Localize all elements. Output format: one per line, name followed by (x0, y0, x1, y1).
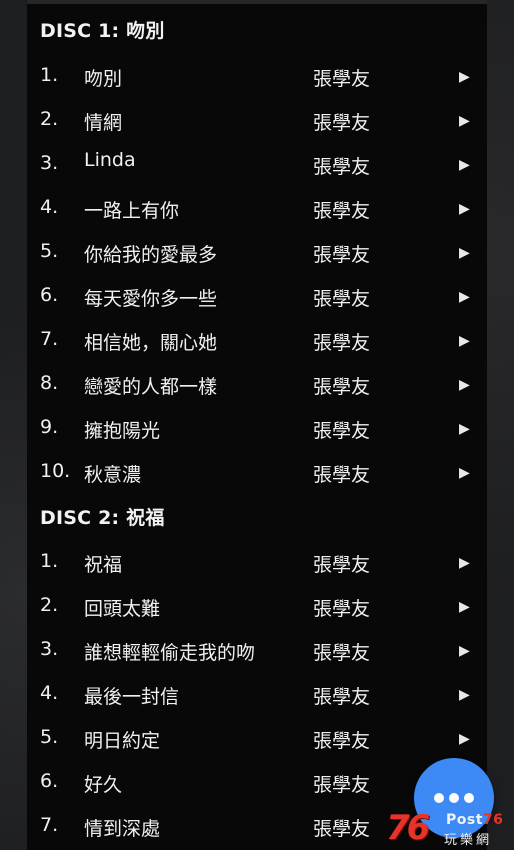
track-number: 7. (40, 814, 59, 836)
track-title: 擁抱陽光 (84, 420, 161, 442)
track-title: 戀愛的人都一樣 (84, 376, 218, 398)
track-artist: 張學友 (313, 376, 371, 398)
track-artist: 張學友 (313, 420, 371, 442)
track-artist: 張學友 (313, 686, 371, 708)
play-icon[interactable]: ▶ (459, 154, 470, 176)
play-icon[interactable]: ▶ (459, 596, 470, 618)
track-artist: 張學友 (313, 554, 371, 576)
track-number: 6. (40, 284, 59, 306)
track-number: 9. (40, 416, 59, 438)
track-row[interactable]: 10. 秋意濃 張學友 ▶ (0, 454, 514, 488)
play-icon[interactable]: ▶ (459, 374, 470, 396)
watermark-subtitle: 玩樂網 (444, 833, 493, 848)
track-row[interactable]: 2. 回頭太難 張學友 ▶ (0, 588, 514, 622)
track-row[interactable]: 9. 擁抱陽光 張學友 ▶ (0, 410, 514, 444)
track-artist: 張學友 (313, 464, 371, 486)
track-number: 7. (40, 328, 59, 350)
track-title: 回頭太難 (84, 598, 161, 620)
disc-2-header: DISC 2: 祝福 (40, 507, 165, 529)
track-artist: 張學友 (313, 332, 371, 354)
track-title: 祝福 (84, 554, 123, 576)
dot (464, 793, 474, 803)
track-number: 8. (40, 372, 59, 394)
track-row[interactable]: 8. 戀愛的人都一樣 張學友 ▶ (0, 366, 514, 400)
track-number: 3. (40, 152, 59, 174)
play-icon[interactable]: ▶ (459, 462, 470, 484)
track-number: 2. (40, 594, 59, 616)
dot (434, 793, 444, 803)
track-title: 情網 (84, 112, 123, 134)
play-icon[interactable]: ▶ (459, 418, 470, 440)
track-number: 6. (40, 770, 59, 792)
track-artist: 張學友 (313, 68, 371, 90)
track-row[interactable]: 6. 每天愛你多一些 張學友 ▶ (0, 278, 514, 312)
track-title: 秋意濃 (84, 464, 142, 486)
track-number: 5. (40, 726, 59, 748)
play-icon[interactable]: ▶ (459, 242, 470, 264)
track-title: 你給我的愛最多 (84, 244, 218, 266)
track-number: 5. (40, 240, 59, 262)
track-artist: 張學友 (313, 200, 371, 222)
track-artist: 張學友 (313, 244, 371, 266)
track-artist: 張學友 (313, 774, 371, 796)
track-artist: 張學友 (313, 112, 371, 134)
dot (449, 793, 459, 803)
track-title: 明日約定 (84, 730, 161, 752)
track-number: 4. (40, 682, 59, 704)
track-number: 3. (40, 638, 59, 660)
track-number: 1. (40, 64, 59, 86)
track-number: 10. (40, 460, 71, 482)
track-row[interactable]: 4. 一路上有你 張學友 ▶ (0, 190, 514, 224)
play-icon[interactable]: ▶ (459, 728, 470, 750)
play-icon[interactable]: ▶ (459, 198, 470, 220)
track-artist: 張學友 (313, 642, 371, 664)
play-icon[interactable]: ▶ (459, 684, 470, 706)
track-row[interactable]: 5. 你給我的愛最多 張學友 ▶ (0, 234, 514, 268)
track-artist: 張學友 (313, 818, 371, 840)
track-number: 1. (40, 550, 59, 572)
track-row[interactable]: 5. 明日約定 張學友 ▶ (0, 720, 514, 754)
watermark-brand-prefix: Post (446, 812, 483, 828)
track-row[interactable]: 1. 祝福 張學友 ▶ (0, 544, 514, 578)
track-artist: 張學友 (313, 730, 371, 752)
top-divider (27, 0, 487, 4)
track-number: 2. (40, 108, 59, 130)
watermark-brand-number: 76 (482, 812, 504, 828)
track-title: 最後一封信 (84, 686, 180, 708)
track-title: 相信她，關心她 (84, 332, 218, 354)
play-icon[interactable]: ▶ (459, 640, 470, 662)
disc-1-header: DISC 1: 吻別 (40, 20, 165, 42)
track-title: Linda (84, 149, 136, 171)
play-icon[interactable]: ▶ (459, 286, 470, 308)
track-title: 好久 (84, 774, 123, 796)
track-artist: 張學友 (313, 156, 371, 178)
track-title: 一路上有你 (84, 200, 180, 222)
play-icon[interactable]: ▶ (459, 110, 470, 132)
track-title: 每天愛你多一些 (84, 288, 218, 310)
watermark-digits: 76 (386, 808, 430, 848)
track-artist: 張學友 (313, 598, 371, 620)
track-row[interactable]: 3. 誰想輕輕偷走我的吻 張學友 ▶ (0, 632, 514, 666)
track-title: 誰想輕輕偷走我的吻 (84, 642, 256, 664)
track-number: 4. (40, 196, 59, 218)
track-row[interactable]: 2. 情網 張學友 ▶ (0, 102, 514, 136)
play-icon[interactable]: ▶ (459, 66, 470, 88)
watermark-brand: Post76 (446, 812, 503, 828)
site-watermark-logo: 76 Post76 玩樂網 (386, 808, 514, 850)
track-artist: 張學友 (313, 288, 371, 310)
track-row[interactable]: 1. 吻別 張學友 ▶ (0, 58, 514, 92)
track-title: 吻別 (84, 68, 123, 90)
play-icon[interactable]: ▶ (459, 552, 470, 574)
track-row[interactable]: 7. 相信她，關心她 張學友 ▶ (0, 322, 514, 356)
track-row[interactable]: 4. 最後一封信 張學友 ▶ (0, 676, 514, 710)
track-title: 情到深處 (84, 818, 161, 840)
play-icon[interactable]: ▶ (459, 330, 470, 352)
track-row[interactable]: 3. Linda 張學友 ▶ (0, 146, 514, 180)
